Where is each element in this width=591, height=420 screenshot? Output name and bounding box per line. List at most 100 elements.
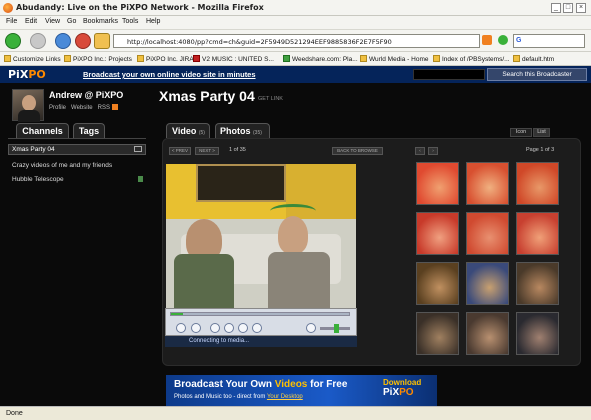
- menu-help[interactable]: Help: [146, 18, 160, 25]
- window-title-bar: Abudandy: Live on the PiXPO Network - Mo…: [0, 0, 591, 16]
- channel-item-hubble-telescope[interactable]: Hubble Telescope: [12, 176, 64, 183]
- menu-bookmarks[interactable]: Bookmarks: [83, 18, 118, 25]
- menu-bar: File Edit View Go Bookmarks Tools Help: [0, 16, 591, 30]
- photo-thumbnail[interactable]: [516, 162, 559, 205]
- bookmark-item[interactable]: Index of /PBSystems/...: [433, 55, 510, 63]
- play-icon[interactable]: [176, 323, 186, 333]
- get-link-button[interactable]: GET LINK: [258, 96, 283, 102]
- banner-subline: Photos and Music too - direct from Your …: [174, 394, 303, 400]
- tab-tags[interactable]: Tags: [73, 123, 105, 138]
- channel-list: Xmas Party 04 Crazy videos of me and my …: [8, 138, 146, 188]
- thumbs-next-button[interactable]: ›: [428, 147, 438, 155]
- menu-file[interactable]: File: [6, 18, 17, 25]
- menu-view[interactable]: View: [45, 18, 60, 25]
- list-view-toggle[interactable]: List: [533, 128, 550, 137]
- avatar[interactable]: [12, 89, 44, 122]
- photo-thumbnail[interactable]: [416, 162, 459, 205]
- tab-channels[interactable]: Channels: [16, 123, 69, 138]
- skip-forward-icon[interactable]: [238, 323, 248, 333]
- bookmark-icon: [360, 55, 367, 62]
- video-player[interactable]: [166, 164, 356, 311]
- user-links: Profile Website RSS: [49, 104, 118, 111]
- bookmark-item[interactable]: default.htm: [513, 55, 554, 63]
- volume-slider[interactable]: [320, 324, 350, 333]
- thumbs-prev-button[interactable]: ‹: [415, 147, 425, 155]
- bookmark-item[interactable]: Wurld Media - Home: [360, 55, 428, 63]
- broadcaster-search-input[interactable]: [413, 69, 485, 80]
- page-content: PiXPO Broadcast your own online video si…: [0, 66, 591, 406]
- next-button[interactable]: NEXT >: [195, 147, 219, 155]
- url-input[interactable]: http://localhost:4080/pp?cmd=ch&guid=2F5…: [113, 34, 480, 48]
- firefox-logo-icon: [3, 3, 13, 13]
- bookmark-icon: [433, 55, 440, 62]
- page-indicator: Page 1 of 3: [526, 147, 555, 153]
- bookmark-item[interactable]: PiXPO Inc. JIRA: [137, 55, 194, 63]
- search-broadcaster-button[interactable]: Search this Broadcaster: [487, 68, 587, 81]
- bookmark-item[interactable]: PiXPO Inc.: Projects: [64, 55, 132, 63]
- web-search-input[interactable]: G: [513, 34, 585, 48]
- status-text: Done: [6, 410, 23, 417]
- site-tagline-link[interactable]: Broadcast your own online video site in …: [83, 70, 256, 79]
- back-to-browse-button[interactable]: BACK TO BROWSE: [332, 147, 383, 155]
- bookmark-icon: [513, 55, 520, 62]
- reload-icon[interactable]: [55, 33, 71, 49]
- close-icon[interactable]: ×: [576, 3, 586, 13]
- channel-edit-icon[interactable]: [134, 146, 142, 152]
- photo-thumbnail[interactable]: [416, 312, 459, 355]
- tab-photos[interactable]: Photos (35): [215, 123, 270, 138]
- rss-icon[interactable]: [482, 35, 492, 45]
- channel-status-icon: [138, 176, 143, 182]
- channel-item-xmas-party-04[interactable]: Xmas Party 04: [12, 146, 55, 153]
- photo-thumbnail[interactable]: [416, 212, 459, 255]
- icon-view-toggle[interactable]: Icon: [510, 128, 532, 137]
- maximize-icon[interactable]: □: [563, 3, 573, 13]
- user-name: Andrew @ PiXPO: [49, 90, 124, 100]
- video-controls: [165, 308, 357, 336]
- rss-icon[interactable]: [111, 104, 118, 110]
- stop-icon[interactable]: [191, 323, 201, 333]
- go-icon[interactable]: [498, 35, 508, 45]
- volume-icon[interactable]: [306, 323, 316, 333]
- website-link[interactable]: Website: [71, 105, 93, 111]
- bookmark-icon: [137, 55, 144, 62]
- photo-thumbnail[interactable]: [466, 262, 509, 305]
- photo-thumbnail[interactable]: [516, 312, 559, 355]
- bookmark-item[interactable]: Customize Links: [4, 55, 61, 63]
- skip-back-icon[interactable]: [224, 323, 234, 333]
- player-status: Connecting to media...: [165, 336, 357, 347]
- photo-thumbnail[interactable]: [466, 312, 509, 355]
- seek-bar[interactable]: [170, 312, 350, 316]
- photo-thumbnail[interactable]: [516, 262, 559, 305]
- banner-download-button[interactable]: Download PiXPO: [383, 378, 435, 403]
- photo-thumbnail[interactable]: [416, 262, 459, 305]
- bookmark-item[interactable]: Weedshare.com: Pla...: [283, 55, 358, 63]
- photo-thumbnail[interactable]: [516, 212, 559, 255]
- navigation-toolbar: http://localhost:4080/pp?cmd=ch&guid=2F5…: [0, 30, 591, 52]
- prev-button[interactable]: < PREV: [169, 147, 191, 155]
- rss-link[interactable]: RSS: [98, 105, 110, 111]
- menu-tools[interactable]: Tools: [122, 18, 138, 25]
- banner-headline: Broadcast Your Own Videos for Free: [174, 379, 348, 390]
- minimize-icon[interactable]: _: [551, 3, 561, 13]
- browser-status-bar: Done: [0, 406, 591, 420]
- fast-forward-icon[interactable]: [252, 323, 262, 333]
- bookmark-icon: [283, 55, 290, 62]
- pixpo-logo[interactable]: PiXPO: [8, 68, 46, 81]
- photo-thumbnail[interactable]: [466, 162, 509, 205]
- menu-edit[interactable]: Edit: [25, 18, 37, 25]
- page-title: Xmas Party 04: [159, 88, 255, 104]
- profile-link[interactable]: Profile: [49, 105, 66, 111]
- promo-banner[interactable]: Broadcast Your Own Videos for Free Photo…: [166, 375, 437, 406]
- menu-go[interactable]: Go: [67, 18, 76, 25]
- channel-item-crazy-videos[interactable]: Crazy videos of me and my friends: [12, 162, 112, 169]
- photo-counter: 1 of 35: [229, 147, 246, 153]
- tab-video[interactable]: Video (5): [166, 123, 210, 138]
- forward-icon[interactable]: [30, 33, 46, 49]
- stop-icon[interactable]: [75, 33, 91, 49]
- rewind-icon[interactable]: [210, 323, 220, 333]
- photo-thumbnail[interactable]: [466, 212, 509, 255]
- home-icon[interactable]: [94, 33, 110, 49]
- bookmark-item[interactable]: V2 MUSIC : UNITED S...: [193, 55, 274, 63]
- back-icon[interactable]: [5, 33, 21, 49]
- bookmark-icon: [64, 55, 71, 62]
